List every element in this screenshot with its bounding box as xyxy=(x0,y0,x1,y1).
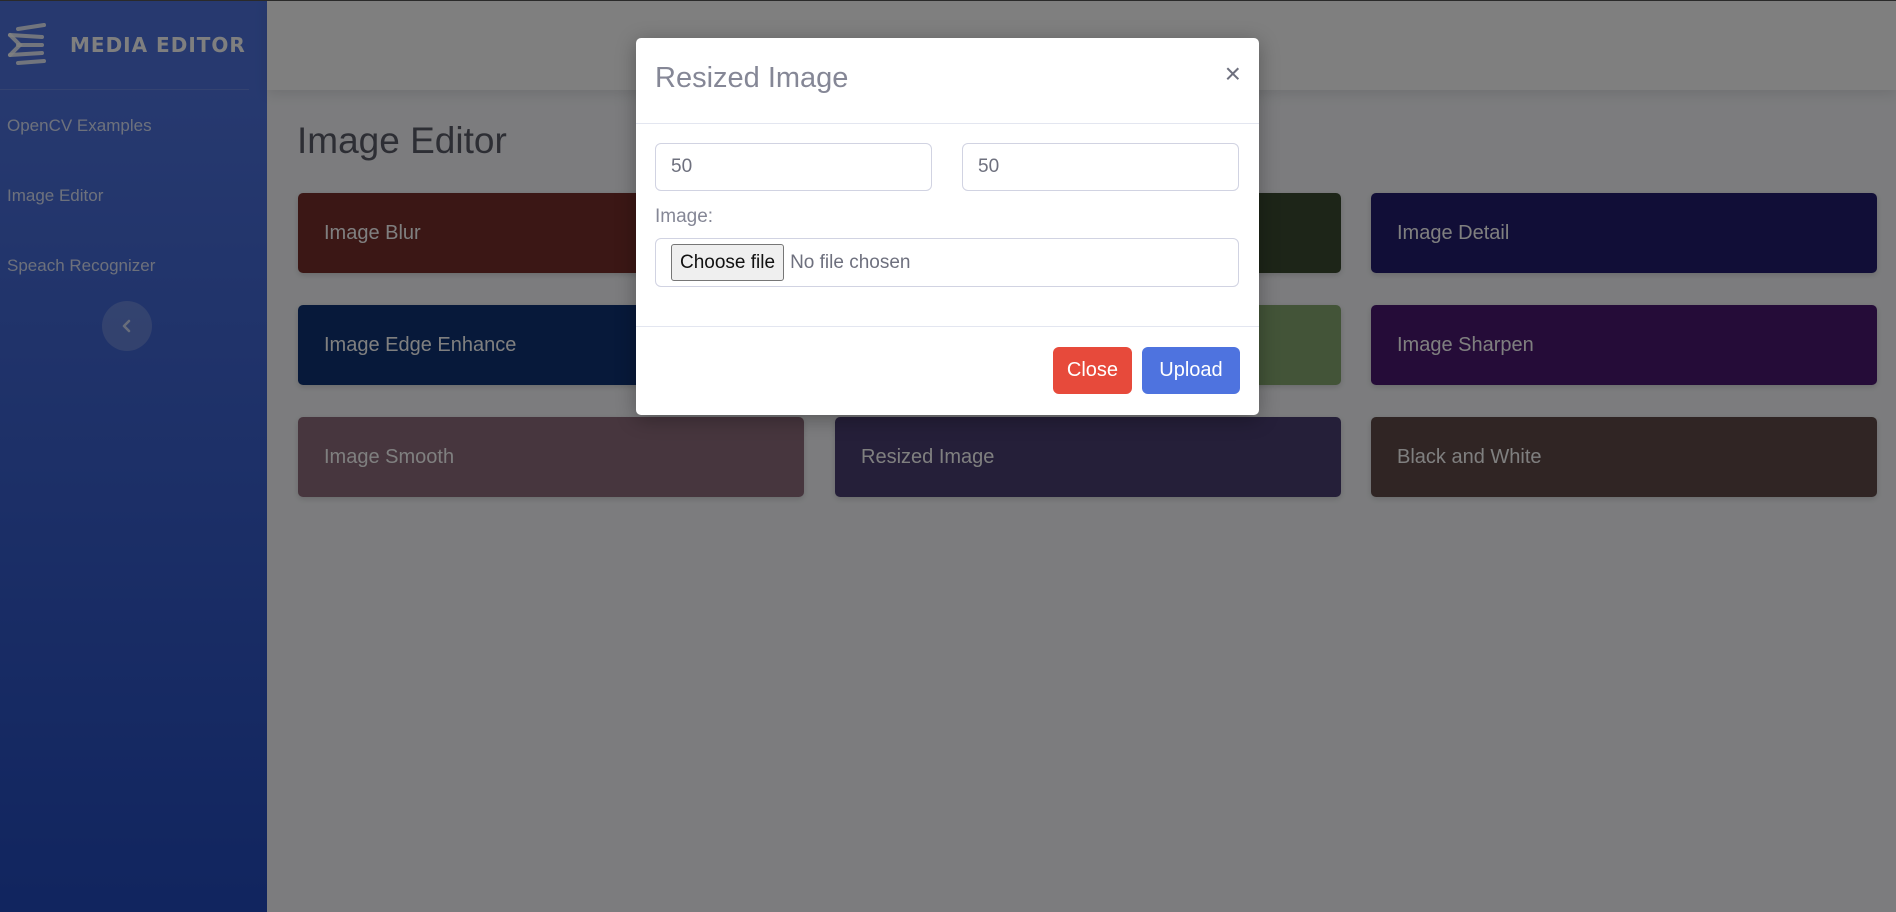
close-button[interactable]: Close xyxy=(1053,347,1132,394)
close-icon[interactable]: × xyxy=(1225,60,1241,88)
image-file-input[interactable]: Choose file No file chosen xyxy=(655,238,1239,287)
modal-title: Resized Image xyxy=(655,62,849,94)
modal-footer: Close Upload xyxy=(636,326,1259,415)
width-input[interactable]: 50 xyxy=(655,143,932,191)
resize-image-modal: Resized Image × 50 50 Image: Choose file… xyxy=(636,38,1259,415)
height-input[interactable]: 50 xyxy=(962,143,1239,191)
file-status-text: No file chosen xyxy=(790,251,911,273)
modal-header: Resized Image × xyxy=(636,38,1259,124)
choose-file-button[interactable]: Choose file xyxy=(671,244,785,281)
upload-button[interactable]: Upload xyxy=(1142,347,1240,394)
image-label: Image: xyxy=(655,206,714,227)
